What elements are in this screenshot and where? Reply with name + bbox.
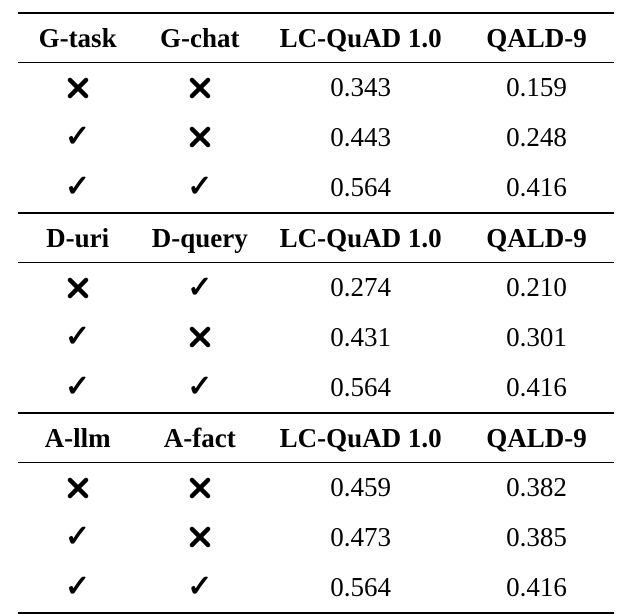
check-icon: ✓: [187, 372, 212, 402]
col-header: G-task: [18, 14, 137, 62]
cell-value: 0.564: [262, 162, 459, 212]
table-row: ✓ 0.443 0.248: [18, 112, 614, 162]
col-header: G-chat: [137, 14, 262, 62]
cell-mark: ✓: [18, 362, 137, 412]
cell-value: 0.301: [459, 312, 614, 362]
section-header: D-uri D-query LC-QuAD 1.0 QALD-9: [18, 212, 614, 262]
table-row: ✓ 0.473 0.385: [18, 512, 614, 562]
cell-mark: [18, 63, 137, 112]
cell-mark: ✓: [137, 162, 262, 212]
cell-value: 0.473: [262, 512, 459, 562]
col-header: D-uri: [18, 214, 137, 262]
cell-mark: [137, 63, 262, 112]
cell-value: 0.459: [262, 463, 459, 512]
cell-value: 0.343: [262, 63, 459, 112]
check-icon: ✓: [65, 172, 90, 202]
cell-value: 0.416: [459, 162, 614, 212]
cell-value: 0.382: [459, 463, 614, 512]
cell-mark: [137, 512, 262, 562]
col-header: LC-QuAD 1.0: [262, 214, 459, 262]
cell-mark: [18, 463, 137, 512]
check-icon: ✓: [65, 372, 90, 402]
cell-value: 0.416: [459, 562, 614, 612]
cross-icon: [188, 525, 212, 549]
check-icon: ✓: [65, 322, 90, 352]
cross-icon: [188, 325, 212, 349]
check-icon: ✓: [65, 572, 90, 602]
cell-mark: ✓: [18, 312, 137, 362]
results-table: G-task G-chat LC-QuAD 1.0 QALD-9 0.343 0…: [18, 12, 614, 614]
cell-value: 0.416: [459, 362, 614, 412]
col-header: QALD-9: [459, 214, 614, 262]
cross-icon: [188, 125, 212, 149]
col-header: A-fact: [137, 414, 262, 462]
col-header: D-query: [137, 214, 262, 262]
cell-value: 0.274: [262, 263, 459, 312]
check-icon: ✓: [65, 122, 90, 152]
cross-icon: [188, 76, 212, 100]
cell-value: 0.248: [459, 112, 614, 162]
table-row: ✓ 0.274 0.210: [18, 262, 614, 312]
cell-mark: ✓: [137, 362, 262, 412]
check-icon: ✓: [65, 522, 90, 552]
cell-mark: ✓: [137, 562, 262, 612]
cross-icon: [188, 476, 212, 500]
cell-value: 0.564: [262, 562, 459, 612]
cell-mark: [137, 463, 262, 512]
cell-mark: ✓: [18, 112, 137, 162]
cross-icon: [66, 76, 90, 100]
cross-icon: [66, 476, 90, 500]
col-header: A-llm: [18, 414, 137, 462]
table-row: ✓ ✓ 0.564 0.416: [18, 162, 614, 212]
cell-mark: [18, 263, 137, 312]
check-icon: ✓: [187, 273, 212, 303]
cell-value: 0.443: [262, 112, 459, 162]
check-icon: ✓: [187, 572, 212, 602]
cell-mark: ✓: [137, 263, 262, 312]
table-row: 0.343 0.159: [18, 62, 614, 112]
cell-value: 0.431: [262, 312, 459, 362]
cell-mark: [137, 112, 262, 162]
cell-value: 0.385: [459, 512, 614, 562]
col-header: QALD-9: [459, 414, 614, 462]
cross-icon: [66, 276, 90, 300]
table-row: ✓ ✓ 0.564 0.416: [18, 362, 614, 412]
col-header: LC-QuAD 1.0: [262, 414, 459, 462]
cell-mark: ✓: [18, 162, 137, 212]
table-row: ✓ ✓ 0.564 0.416: [18, 562, 614, 612]
cell-value: 0.159: [459, 63, 614, 112]
section-header: A-llm A-fact LC-QuAD 1.0 QALD-9: [18, 412, 614, 462]
cell-mark: ✓: [18, 512, 137, 562]
col-header: LC-QuAD 1.0: [262, 14, 459, 62]
cell-value: 0.564: [262, 362, 459, 412]
table-row: 0.459 0.382: [18, 462, 614, 512]
table-row: ✓ 0.431 0.301: [18, 312, 614, 362]
col-header: QALD-9: [459, 14, 614, 62]
cell-mark: ✓: [18, 562, 137, 612]
check-icon: ✓: [187, 172, 212, 202]
cell-value: 0.210: [459, 263, 614, 312]
cell-mark: [137, 312, 262, 362]
section-header: G-task G-chat LC-QuAD 1.0 QALD-9: [18, 12, 614, 62]
